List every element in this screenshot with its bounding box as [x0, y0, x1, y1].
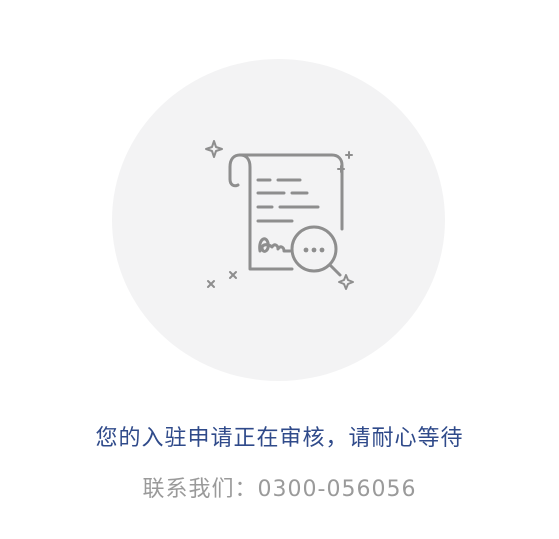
review-illustration	[112, 59, 445, 381]
contact-phone-link[interactable]: 0300-056056	[258, 477, 417, 502]
contact-us-line: 联系我们：0300-056056	[0, 471, 559, 503]
document-under-review-icon	[205, 140, 354, 290]
contact-label: 联系我们：	[142, 477, 258, 502]
review-status-message: 您的入驻申请正在审核，请耐心等待	[95, 426, 464, 451]
